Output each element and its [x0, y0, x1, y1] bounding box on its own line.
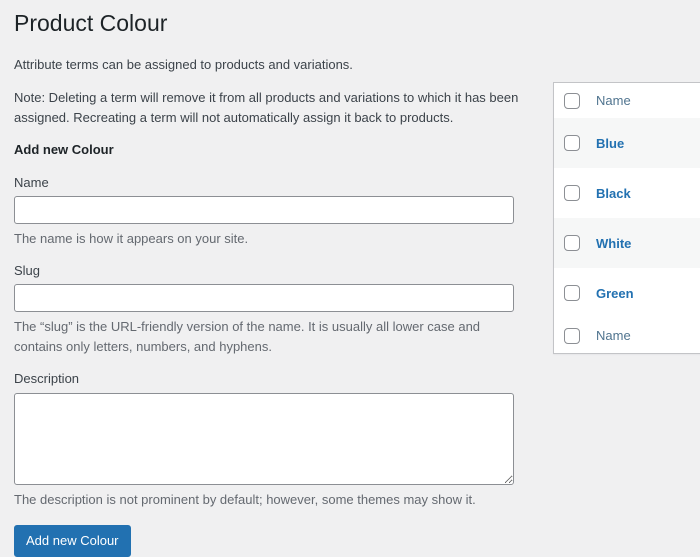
- row-select-cell: [554, 168, 590, 218]
- term-name-link[interactable]: Blue: [596, 136, 624, 151]
- table-header-row: Name: [554, 83, 700, 118]
- sort-by-name-link[interactable]: Name: [596, 93, 631, 108]
- row-name-cell: Green: [590, 268, 700, 318]
- row-checkbox[interactable]: [564, 135, 580, 152]
- intro-description: Attribute terms can be assigned to produ…: [14, 56, 353, 72]
- description-help-text: The description is not prominent by defa…: [14, 491, 476, 507]
- table-row: White: [554, 218, 700, 268]
- terms-table-foot: Name: [554, 318, 700, 353]
- table-row: Blue: [554, 118, 700, 168]
- name-help-text: The name is how it appears on your site.: [14, 230, 249, 246]
- name-label: Name: [14, 174, 49, 190]
- terms-table-head: Name: [554, 83, 700, 118]
- deletion-note: Note: Deleting a term will remove it fro…: [14, 90, 519, 125]
- row-name-cell: Blue: [590, 118, 700, 168]
- add-new-term-heading: Add new Colour: [14, 142, 114, 158]
- slug-field-block: Slug The “slug” is the URL-friendly vers…: [0, 262, 540, 356]
- row-select-cell: [554, 218, 590, 268]
- name-field-block: Name The name is how it appears on your …: [0, 174, 540, 249]
- table-row: Green: [554, 268, 700, 318]
- table-footer-row: Name: [554, 318, 700, 353]
- description-field-block: Description The description is not promi…: [0, 370, 540, 509]
- term-name-link[interactable]: Green: [596, 286, 634, 301]
- slug-input[interactable]: [14, 284, 514, 313]
- select-all-footer-checkbox[interactable]: [564, 327, 580, 344]
- row-checkbox[interactable]: [564, 185, 580, 202]
- description-textarea[interactable]: [14, 392, 514, 485]
- terms-table: Name Blue Black White Green Name: [554, 83, 700, 353]
- table-row: Black: [554, 168, 700, 218]
- header-name-cell: Name: [590, 83, 700, 118]
- footer-name-cell: Name: [590, 318, 700, 353]
- slug-label: Slug: [14, 263, 41, 279]
- page-title: Product Colour: [14, 10, 168, 36]
- row-checkbox[interactable]: [564, 235, 580, 252]
- row-checkbox[interactable]: [564, 285, 580, 302]
- row-select-cell: [554, 268, 590, 318]
- row-name-cell: White: [590, 218, 700, 268]
- slug-help-text: The “slug” is the URL-friendly version o…: [14, 319, 481, 354]
- row-select-cell: [554, 118, 590, 168]
- row-name-cell: Black: [590, 168, 700, 218]
- terms-table-body: Blue Black White Green: [554, 118, 700, 318]
- select-all-checkbox[interactable]: [564, 92, 580, 109]
- terms-list-panel: Name Blue Black White Green Name: [553, 82, 700, 354]
- name-input[interactable]: [14, 195, 514, 224]
- select-all-cell: [554, 83, 590, 118]
- submit-row: Add new Colour: [0, 509, 540, 557]
- add-term-form-column: Product Colour Attribute terms can be as…: [0, 0, 540, 557]
- sort-by-name-footer-link[interactable]: Name: [596, 328, 631, 343]
- select-all-footer-cell: [554, 318, 590, 353]
- add-new-colour-button[interactable]: Add new Colour: [14, 525, 131, 557]
- term-name-link[interactable]: White: [596, 236, 631, 251]
- term-name-link[interactable]: Black: [596, 186, 631, 201]
- description-label: Description: [14, 371, 80, 387]
